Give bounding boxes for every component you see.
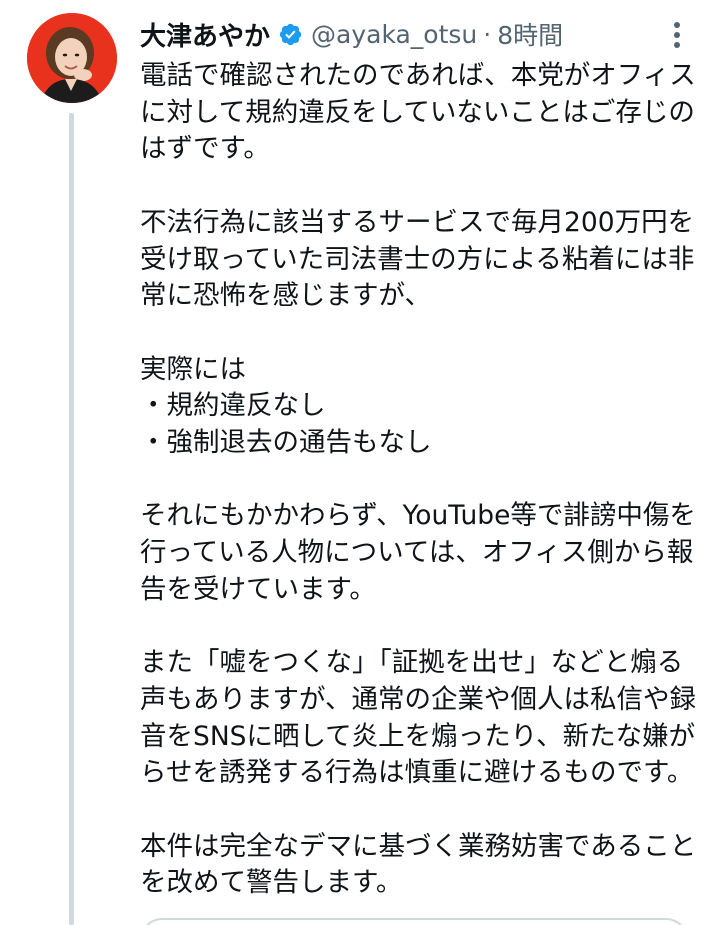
text-line: 告を受けています。 [140,573,376,605]
avatar-image [27,13,117,103]
thread-line [69,113,74,925]
attached-card[interactable] [140,918,688,925]
tweet-paragraph: 本件は完全なデマに基づく業務妨害であること を改めて警告します。 [140,829,700,902]
text-line: 声もありますが、通常の企業や個人は私信や録 [140,683,696,715]
text-line: らせを誘発する行為は慎重に避けるものです。 [140,757,694,789]
text-line: 受け取っていた司法書士の方による粘着には非 [140,243,695,275]
avatar[interactable] [27,13,117,103]
display-name[interactable]: 大津あやか [140,16,270,53]
text-line: ・強制退去の通告もなし [140,427,432,458]
tweet-timestamp[interactable]: 8時間 [497,16,563,52]
text-line: 電話で確認されたのであれば、本党がオフィス [140,60,696,91]
tweet-paragraph: また「嘘をつくな」「証拠を出せ」などと煽る 声もありますが、通常の企業や個人は私… [140,645,700,792]
more-vertical-icon[interactable] [664,18,690,52]
tweet-paragraph: それにもかかわらず、YouTube等で誹謗中傷を 行っている人物については、オフ… [140,498,700,608]
text-line: はずです。 [140,133,270,165]
text-line: 常に恐怖を感じますが、 [140,280,431,312]
tweet-paragraph: 不法行為に該当するサービスで毎月200万円を 受け取っていた司法書士の方による粘… [140,205,700,315]
text-line: 行っている人物については、オフィス側から報 [140,537,694,569]
separator-dot: · [483,19,492,49]
tweet-text: 電話で確認されたのであれば、本党がオフィス に対して規約違反をしていないことはご… [140,58,700,925]
tweet-paragraph: 電話で確認されたのであれば、本党がオフィス に対して規約違反をしていないことはご… [140,58,700,168]
tweet[interactable]: 大津あやか @ayaka_otsu · 8時間 電話で確認されたのであれば、本党… [0,0,720,925]
verified-badge-icon[interactable] [278,22,303,47]
text-line: ・規約違反なし [140,390,326,422]
text-line: に対して規約違反をしていないことはご存じの [140,96,695,128]
tweet-header: 大津あやか @ayaka_otsu · 8時間 [140,14,563,54]
text-line: 不法行為に該当するサービスで毎月200万円を [140,206,695,238]
text-line: 音をSNSに晒して炎上を煽ったり、新たな嫌が [140,720,696,752]
text-line: また「嘘をつくな」「証拠を出せ」などと煽る [140,647,684,679]
text-line: それにもかかわらず、YouTube等で誹謗中傷を [140,500,696,532]
text-line: 実際には [140,353,246,385]
text-line: を改めて警告します。 [140,867,403,899]
user-handle[interactable]: @ayaka_otsu [311,20,477,49]
tweet-paragraph: 実際には ・規約違反なし ・強制退去の通告もなし [140,352,700,462]
text-line: 本件は完全なデマに基づく業務妨害であること [140,830,697,862]
